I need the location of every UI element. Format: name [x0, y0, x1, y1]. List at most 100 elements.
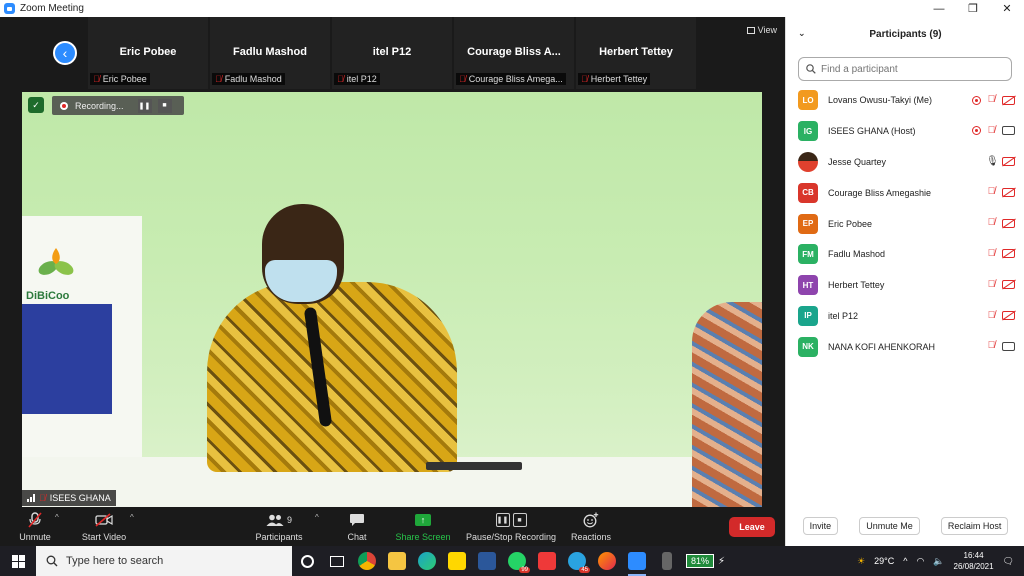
participant-row[interactable]: LO Lovans Owusu-Takyi (Me) 🎙̸ — [786, 85, 1024, 116]
mic-off-icon: 🎙̸ — [459, 74, 466, 84]
camera-on-icon[interactable] — [1002, 126, 1015, 136]
participant-search[interactable] — [798, 57, 1012, 81]
vivaldi-icon[interactable] — [532, 546, 562, 576]
telegram-icon[interactable]: 45 — [562, 546, 592, 576]
reactions-button[interactable]: Reactions — [570, 511, 612, 542]
view-button[interactable]: View — [746, 25, 777, 35]
avatar: EP — [798, 213, 818, 234]
camera-off-icon[interactable] — [1002, 187, 1015, 197]
camera-off-icon[interactable] — [1002, 249, 1015, 259]
whatsapp-icon[interactable]: 99 — [502, 546, 532, 576]
banner-blue-panel — [22, 304, 112, 414]
mic-off-icon[interactable]: 🎙̸ — [986, 125, 997, 137]
cortana-icon[interactable] — [292, 546, 322, 576]
participant-row[interactable]: IP itel P12 🎙̸ — [786, 301, 1024, 332]
strip-back-button[interactable]: ‹ — [53, 41, 77, 65]
start-button[interactable] — [0, 546, 36, 576]
mic-off-icon[interactable]: 🎙̸ — [986, 279, 997, 291]
participant-row[interactable]: NK NANA KOFI AHENKORAH 🎙̸ — [786, 331, 1024, 362]
participants-button[interactable]: 9 Participants — [254, 511, 304, 542]
video-tile[interactable]: Fadlu Mashod 🎙̸ Fadlu Mashod — [210, 17, 330, 89]
collapse-chevron-icon[interactable]: ⌄ — [798, 28, 806, 39]
camera-off-icon[interactable] — [1002, 95, 1015, 105]
window-controls: — ❐ ✕ — [922, 0, 1024, 17]
camera-off-icon[interactable] — [1002, 157, 1015, 167]
volume-icon[interactable]: 🔈 — [933, 556, 944, 567]
search-input[interactable] — [821, 63, 1001, 75]
unmute-me-button[interactable]: Unmute Me — [859, 517, 920, 535]
panel-header: ⌄ Participants (9) — [786, 17, 1024, 51]
tile-name: Eric Pobee — [119, 46, 177, 58]
video-tile[interactable]: Courage Bliss A... 🎙̸ Courage Bliss Amega… — [454, 17, 574, 89]
video-options-caret-icon[interactable]: ^ — [130, 513, 134, 522]
edge-icon[interactable] — [412, 546, 442, 576]
zoom-taskbar-icon[interactable] — [622, 546, 652, 576]
camera-off-icon[interactable] — [1002, 218, 1015, 228]
audio-options-caret-icon[interactable]: ^ — [55, 513, 59, 522]
chrome-icon[interactable] — [352, 546, 382, 576]
device-icon[interactable] — [652, 546, 682, 576]
participant-row[interactable]: EP Eric Pobee 🎙̸ — [786, 208, 1024, 239]
mic-off-icon[interactable]: 🎙̸ — [986, 186, 997, 198]
camera-off-icon[interactable] — [1002, 280, 1015, 290]
participant-name: Eric Pobee — [828, 218, 873, 229]
maximize-button[interactable]: ❐ — [956, 0, 990, 17]
participant-name: Fadlu Mashod — [828, 249, 886, 260]
participant-name: Jesse Quartey — [828, 156, 887, 167]
participant-name: Lovans Owusu-Takyi (Me) — [828, 95, 933, 106]
signal-icon — [27, 494, 35, 502]
logo-leaf-icon — [38, 248, 74, 275]
file-explorer-icon[interactable] — [382, 546, 412, 576]
battery-indicator[interactable]: 81% ⚡ — [686, 554, 725, 568]
mic-on-icon[interactable]: 🎙 — [986, 156, 999, 168]
wifi-icon[interactable]: ◠ — [916, 556, 924, 567]
mic-off-icon: 🎙̸ — [39, 493, 46, 503]
tile-name: Courage Bliss A... — [467, 46, 561, 58]
word-icon[interactable] — [472, 546, 502, 576]
minimize-button[interactable]: — — [922, 0, 956, 17]
video-tile[interactable]: Herbert Tettey 🎙̸ Herbert Tettey — [576, 17, 696, 89]
participant-status-icons: 🎙̸ — [986, 270, 1015, 300]
notifications-icon[interactable]: 🗨 — [1003, 556, 1014, 567]
mic-off-icon[interactable]: 🎙̸ — [986, 217, 997, 229]
taskbar-search[interactable]: Type here to search — [36, 546, 292, 576]
clock[interactable]: 16:44 26/08/2021 — [954, 550, 994, 572]
participant-row[interactable]: IG ISEES GHANA (Host) 🎙̸ — [786, 116, 1024, 147]
camera-off-icon[interactable] — [1002, 311, 1015, 321]
start-video-button[interactable]: Start Video — [80, 511, 128, 542]
mic-off-icon[interactable]: 🎙̸ — [986, 310, 997, 322]
stop-recording-icon[interactable]: ■ — [157, 98, 172, 113]
participant-row[interactable]: HT Herbert Tettey 🎙̸ — [786, 270, 1024, 301]
tile-label: 🎙̸ Herbert Tettey — [578, 73, 651, 85]
participant-row[interactable]: Jesse Quartey 🎙 — [786, 147, 1024, 178]
task-view-icon[interactable] — [322, 546, 352, 576]
camera-on-icon[interactable] — [1002, 341, 1015, 351]
pause-stop-recording-button[interactable]: ❚❚ ■ Pause/Stop Recording — [465, 511, 557, 542]
chat-bubble-icon — [349, 511, 365, 529]
leave-button[interactable]: Leave — [729, 517, 775, 537]
temperature[interactable]: 29°C — [874, 556, 894, 566]
battery-percent: 81% — [686, 554, 715, 568]
video-tile[interactable]: itel P12 🎙̸ itel P12 — [332, 17, 452, 89]
pause-recording-icon[interactable]: ❚❚ — [137, 98, 152, 113]
mic-off-icon[interactable]: 🎙̸ — [986, 248, 997, 260]
reclaim-host-button[interactable]: Reclaim Host — [940, 517, 1009, 535]
security-shield-icon[interactable]: ✓ — [28, 97, 44, 113]
invite-button[interactable]: Invite — [802, 517, 839, 535]
close-button[interactable]: ✕ — [990, 0, 1024, 17]
mic-off-icon[interactable]: 🎙̸ — [986, 340, 997, 352]
participant-row[interactable]: CB Courage Bliss Amegashie 🎙̸ — [786, 177, 1024, 208]
chat-button[interactable]: Chat — [342, 511, 372, 542]
firefox-icon[interactable] — [592, 546, 622, 576]
participant-row[interactable]: FM Fadlu Mashod 🎙̸ — [786, 239, 1024, 270]
weather-icon[interactable]: ☀ — [857, 556, 865, 567]
unmute-button[interactable]: Unmute — [16, 511, 54, 542]
sticky-notes-icon[interactable] — [442, 546, 472, 576]
participants-options-caret-icon[interactable]: ^ — [315, 513, 319, 522]
avatar: CB — [798, 182, 818, 203]
share-screen-button[interactable]: ↑ Share Screen — [395, 511, 451, 542]
video-tile[interactable]: Eric Pobee 🎙̸ Eric Pobee — [88, 17, 208, 89]
tray-expand-icon[interactable]: ^ — [903, 556, 907, 566]
mic-off-icon[interactable]: 🎙̸ — [986, 94, 997, 106]
recording-icon — [972, 126, 981, 136]
